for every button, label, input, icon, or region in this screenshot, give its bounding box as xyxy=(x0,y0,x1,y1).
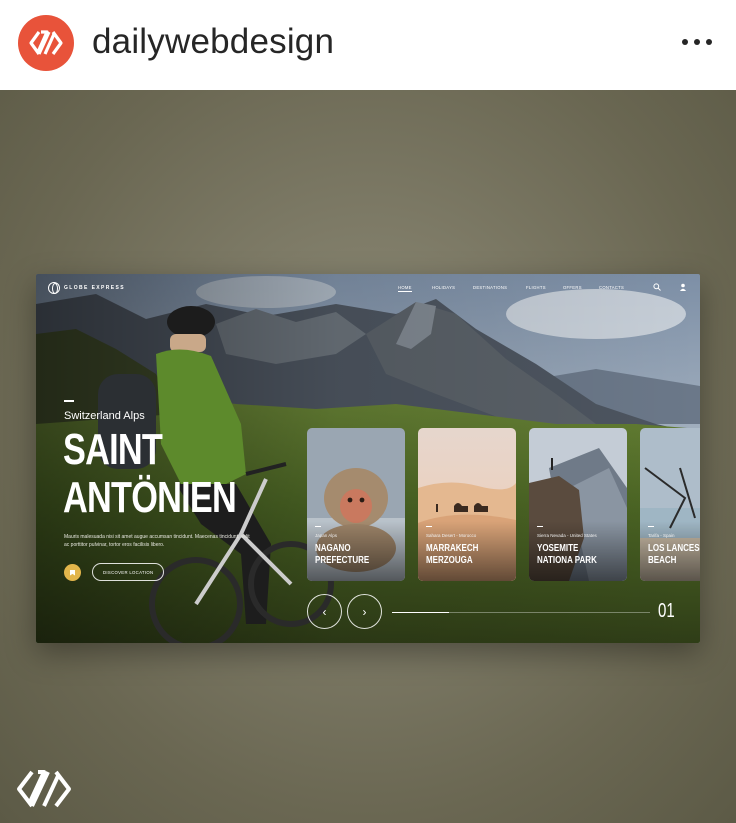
nav-contacts[interactable]: CONTACTS xyxy=(599,285,624,290)
watermark-logo-icon xyxy=(17,770,71,808)
chevron-left-icon: ‹ xyxy=(322,604,327,619)
destination-card-yosemite[interactable]: Sierra Nevada - United States YOSEMITE N… xyxy=(529,428,627,581)
dailywebdesign-logo-icon xyxy=(29,30,63,55)
slider-progress-fill xyxy=(392,612,449,613)
card-title: MARRAKECH MERZOUGA xyxy=(426,543,478,567)
previous-button[interactable]: ‹ xyxy=(307,594,342,629)
slider-progress xyxy=(392,612,650,613)
more-options-icon[interactable] xyxy=(682,30,712,54)
nav-home[interactable]: HOME xyxy=(398,285,412,292)
card-location: Japan Alps xyxy=(315,533,338,538)
card-location: Sahara Desert - Morocco xyxy=(426,533,477,538)
hero-description: Mauris malesuada nisi sit amet augue acc… xyxy=(64,534,250,548)
card-title-line2: MERZOUGA xyxy=(426,555,473,566)
post-header: dailywebdesign xyxy=(0,0,736,90)
website-mockup: GLOBE EXPRESS HOME HOLIDAYS DESTINATIONS… xyxy=(36,274,700,643)
site-navigation: GLOBE EXPRESS HOME HOLIDAYS DESTINATIONS… xyxy=(36,274,700,302)
card-title: LOS LANCES BEACH xyxy=(648,543,700,567)
nav-flights[interactable]: FLIGHTS xyxy=(526,285,546,290)
avatar[interactable] xyxy=(18,15,74,71)
bookmark-icon xyxy=(70,569,75,576)
card-title-line1: MARRAKECH xyxy=(426,543,479,554)
card-title-line2: NATIONA PARK xyxy=(537,555,597,566)
search-icon[interactable] xyxy=(653,283,661,293)
card-title-line1: YOSEMITE xyxy=(537,543,579,554)
next-button[interactable]: › xyxy=(347,594,382,629)
nav-destinations[interactable]: DESTINATIONS xyxy=(473,285,507,290)
globe-icon xyxy=(48,282,60,294)
chevron-right-icon: › xyxy=(362,604,367,619)
discover-location-button[interactable]: DISCOVER LOCATION xyxy=(92,563,165,581)
slide-number: 01 xyxy=(658,600,675,622)
hero-divider xyxy=(64,400,74,402)
card-title-line1: NAGANO xyxy=(315,543,351,554)
card-title-line1: LOS LANCES xyxy=(648,543,700,554)
card-title-line2: PREFECTURE xyxy=(315,555,370,566)
card-title-line2: BEACH xyxy=(648,555,677,566)
nav-offers[interactable]: OFFERS xyxy=(563,285,582,290)
destination-card-nagano[interactable]: Japan Alps NAGANO PREFECTURE xyxy=(307,428,405,581)
card-title: NAGANO PREFECTURE xyxy=(315,543,369,567)
destination-card-tarifa[interactable]: Tarifa - Spain LOS LANCES BEACH xyxy=(640,428,700,581)
site-logo[interactable]: GLOBE EXPRESS xyxy=(48,282,125,294)
user-icon[interactable] xyxy=(679,283,687,293)
bookmark-button[interactable] xyxy=(64,564,81,581)
nav-holidays[interactable]: HOLIDAYS xyxy=(432,285,455,290)
destination-card-marrakech[interactable]: Sahara Desert - Morocco MARRAKECH MERZOU… xyxy=(418,428,516,581)
username[interactable]: dailywebdesign xyxy=(92,22,334,62)
card-location: Tarifa - Spain xyxy=(648,533,675,538)
hero-title-line1: SAINT xyxy=(63,425,163,474)
logo-text: GLOBE EXPRESS xyxy=(64,285,125,291)
card-location: Sierra Nevada - United States xyxy=(537,533,597,538)
card-title: YOSEMITE NATIONA PARK xyxy=(537,543,597,567)
hero-subtitle: Switzerland Alps xyxy=(64,410,145,422)
hero-title: SAINT ANTÖNIEN xyxy=(63,425,237,522)
hero-title-line2: ANTÖNIEN xyxy=(63,473,237,522)
